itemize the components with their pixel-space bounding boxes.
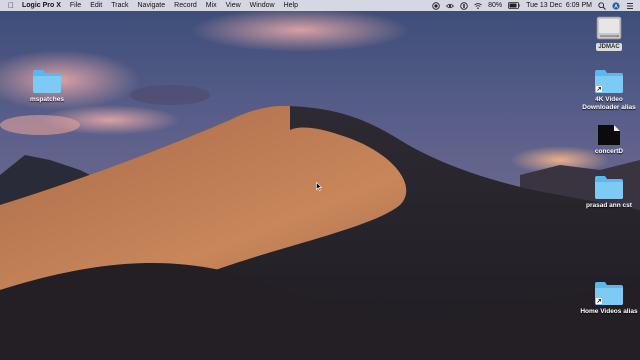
menu-navigate[interactable]: Navigate bbox=[138, 0, 166, 11]
mouse-cursor-icon bbox=[316, 182, 322, 191]
desktop-icon-mspatches[interactable]: mspatches bbox=[12, 68, 82, 104]
desktop-icon-label: concertD bbox=[594, 148, 624, 155]
wifi-icon[interactable] bbox=[474, 2, 482, 10]
notification-icon[interactable] bbox=[460, 1, 468, 10]
desktop-icon-jdmac[interactable]: JDMAC bbox=[574, 14, 640, 51]
user-icon[interactable]: A bbox=[612, 1, 620, 10]
menu-view[interactable]: View bbox=[226, 0, 241, 11]
desktop-icon-home-videos-alias[interactable]: Home Videos alias bbox=[574, 280, 640, 316]
menu-list-icon[interactable] bbox=[626, 2, 634, 10]
menu-help[interactable]: Help bbox=[284, 0, 298, 11]
apple-icon[interactable]:  bbox=[8, 1, 22, 10]
clock[interactable]: Tue 13 Dec 6:09 PM bbox=[526, 0, 592, 11]
desktop-icon-label: prasad ann cst bbox=[586, 202, 632, 209]
search-icon[interactable] bbox=[598, 1, 606, 10]
folder-alias-icon bbox=[595, 70, 623, 93]
desktop-icon-4k-video-downloader-alias[interactable]: 4K Video Downloader alias bbox=[574, 68, 640, 112]
menu-record[interactable]: Record bbox=[174, 0, 197, 11]
menu-file[interactable]: File bbox=[70, 0, 81, 11]
eye-icon[interactable] bbox=[446, 2, 455, 10]
folder-icon bbox=[595, 176, 623, 199]
desktop-icon-label: JDMAC bbox=[596, 43, 622, 51]
menu-edit[interactable]: Edit bbox=[90, 0, 102, 11]
menu-bar:  Logic Pro X File Edit Track Navigate R… bbox=[0, 0, 640, 11]
document-icon bbox=[598, 125, 620, 145]
desktop-icon-prasad-ann-cst[interactable]: prasad ann cst bbox=[574, 174, 640, 210]
menu-mix[interactable]: Mix bbox=[206, 0, 217, 11]
desktop-icon-concertd[interactable]: concertD bbox=[574, 124, 640, 156]
menu-window[interactable]: Window bbox=[250, 0, 275, 11]
wallpaper bbox=[0, 0, 640, 360]
desktop[interactable]:  Logic Pro X File Edit Track Navigate R… bbox=[0, 0, 640, 360]
folder-alias-icon bbox=[595, 282, 623, 305]
folder-icon bbox=[33, 70, 61, 93]
menu-track[interactable]: Track bbox=[111, 0, 128, 11]
hard-disk-icon bbox=[596, 16, 622, 40]
desktop-icon-label: 4K Video Downloader alias bbox=[582, 96, 636, 111]
record-icon[interactable] bbox=[432, 1, 440, 10]
battery-percent[interactable]: 80% bbox=[488, 0, 502, 11]
battery-icon[interactable] bbox=[508, 2, 520, 10]
desktop-icon-label: mspatches bbox=[30, 96, 64, 103]
menu-app-name[interactable]: Logic Pro X bbox=[22, 0, 61, 11]
desktop-icon-label: Home Videos alias bbox=[580, 308, 638, 315]
